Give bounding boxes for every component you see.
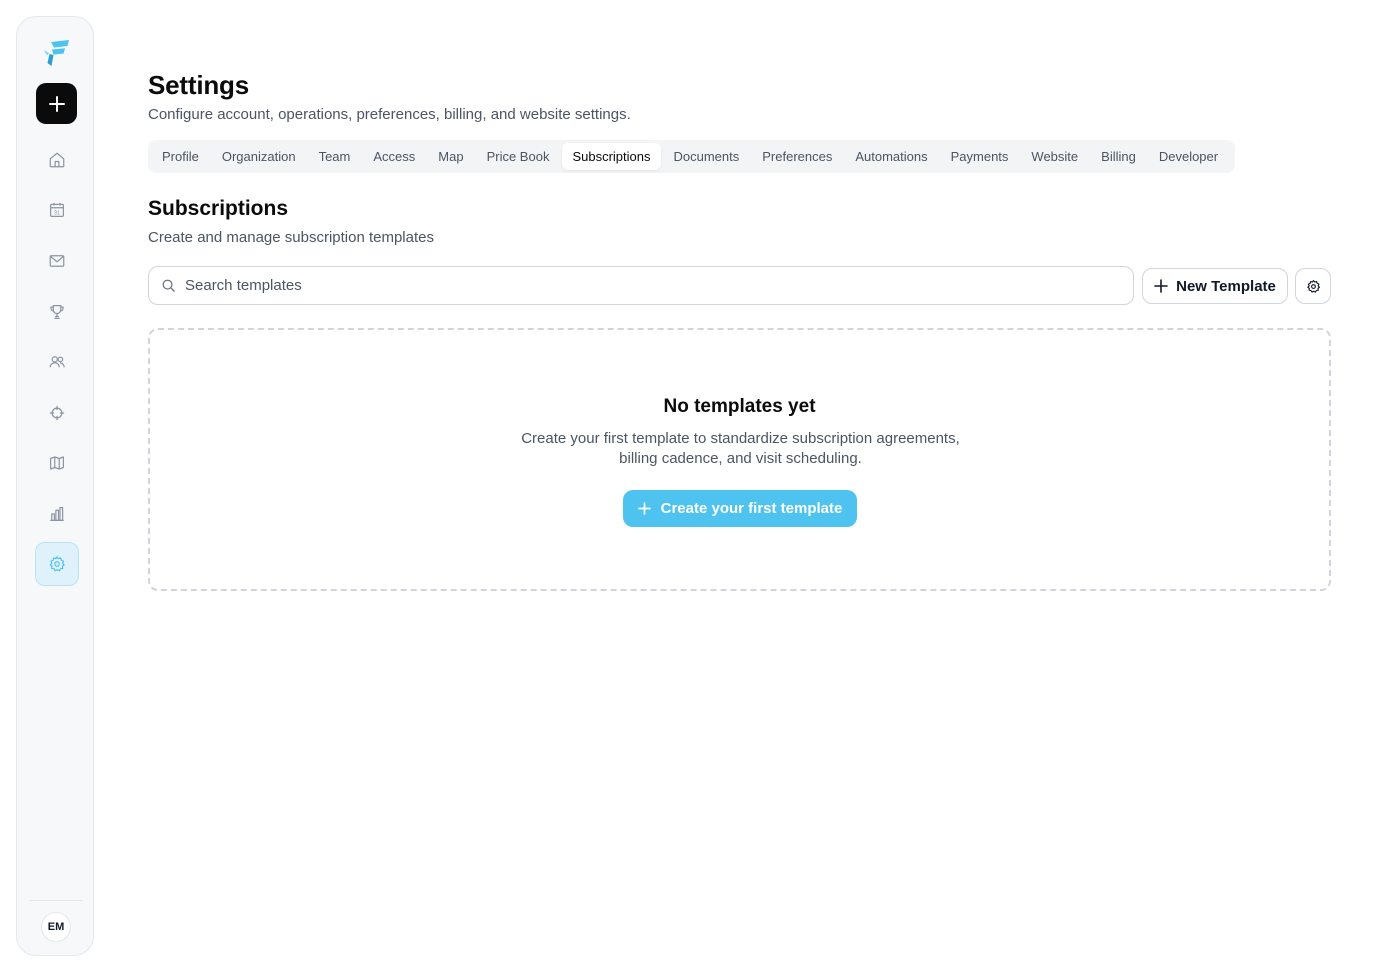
new-template-label: New Template <box>1176 277 1276 295</box>
tab-website[interactable]: Website <box>1021 143 1088 170</box>
tab-automations[interactable]: Automations <box>845 143 937 170</box>
tab-organization[interactable]: Organization <box>212 143 306 170</box>
sidebar-item-settings[interactable] <box>35 542 79 586</box>
empty-state-title: No templates yet <box>663 396 816 417</box>
gear-icon <box>1306 279 1320 293</box>
empty-state-description: Create your first template to standardiz… <box>521 430 960 467</box>
create-first-template-label: Create your first template <box>660 500 843 517</box>
new-template-button[interactable]: New Template <box>1142 268 1288 304</box>
sidebar-item-calendar[interactable]: 31 <box>35 188 79 232</box>
user-avatar[interactable]: EM <box>41 912 71 942</box>
users-icon <box>49 356 65 368</box>
mail-icon <box>49 255 65 267</box>
tab-map[interactable]: Map <box>428 143 473 170</box>
sidebar-item-users[interactable] <box>35 340 79 384</box>
tab-profile[interactable]: Profile <box>152 143 209 170</box>
section-title: Subscriptions <box>148 197 289 220</box>
settings-tabs: Profile Organization Team Access Map Pri… <box>148 140 1236 173</box>
section-subtitle: Create and manage subscription templates <box>148 229 434 246</box>
tab-team[interactable]: Team <box>309 143 361 170</box>
tab-access[interactable]: Access <box>363 143 425 170</box>
tab-subscriptions[interactable]: Subscriptions <box>562 143 661 170</box>
home-icon <box>49 152 65 168</box>
svg-text:31: 31 <box>54 211 60 217</box>
plus-icon <box>1154 279 1168 293</box>
sidebar-item-home[interactable] <box>35 138 79 182</box>
sidebar-item-target[interactable] <box>35 391 79 435</box>
tab-billing[interactable]: Billing <box>1091 143 1146 170</box>
map-icon <box>50 456 64 470</box>
sidebar-item-trophy[interactable] <box>35 290 79 334</box>
search-box[interactable] <box>148 266 1134 305</box>
page-subtitle: Configure account, operations, preferenc… <box>148 106 631 123</box>
template-settings-button[interactable] <box>1295 268 1331 304</box>
plus-icon <box>48 95 65 112</box>
tab-developer[interactable]: Developer <box>1149 143 1228 170</box>
page-title: Settings <box>148 70 249 100</box>
plus-icon <box>637 502 651 515</box>
sidebar-divider <box>29 900 83 901</box>
tab-documents[interactable]: Documents <box>664 143 750 170</box>
brand-logo[interactable] <box>41 37 71 67</box>
empty-state: No templates yet Create your first templ… <box>148 328 1331 591</box>
search-input[interactable] <box>185 277 1115 294</box>
trophy-icon <box>50 305 64 319</box>
calendar-icon: 31 <box>50 202 64 217</box>
tab-price-book[interactable]: Price Book <box>477 143 560 170</box>
bar-chart-icon <box>50 507 64 521</box>
gear-icon <box>49 556 65 572</box>
quick-add-button[interactable] <box>36 83 77 124</box>
sidebar: 31 EM <box>16 16 94 956</box>
sidebar-item-mail[interactable] <box>35 239 79 283</box>
tab-payments[interactable]: Payments <box>941 143 1019 170</box>
create-first-template-button[interactable]: Create your first template <box>623 490 857 527</box>
sidebar-item-reports[interactable] <box>35 492 79 536</box>
search-icon <box>162 279 175 292</box>
crosshair-icon <box>49 405 65 421</box>
sidebar-item-map[interactable] <box>35 441 79 485</box>
tab-preferences[interactable]: Preferences <box>752 143 842 170</box>
